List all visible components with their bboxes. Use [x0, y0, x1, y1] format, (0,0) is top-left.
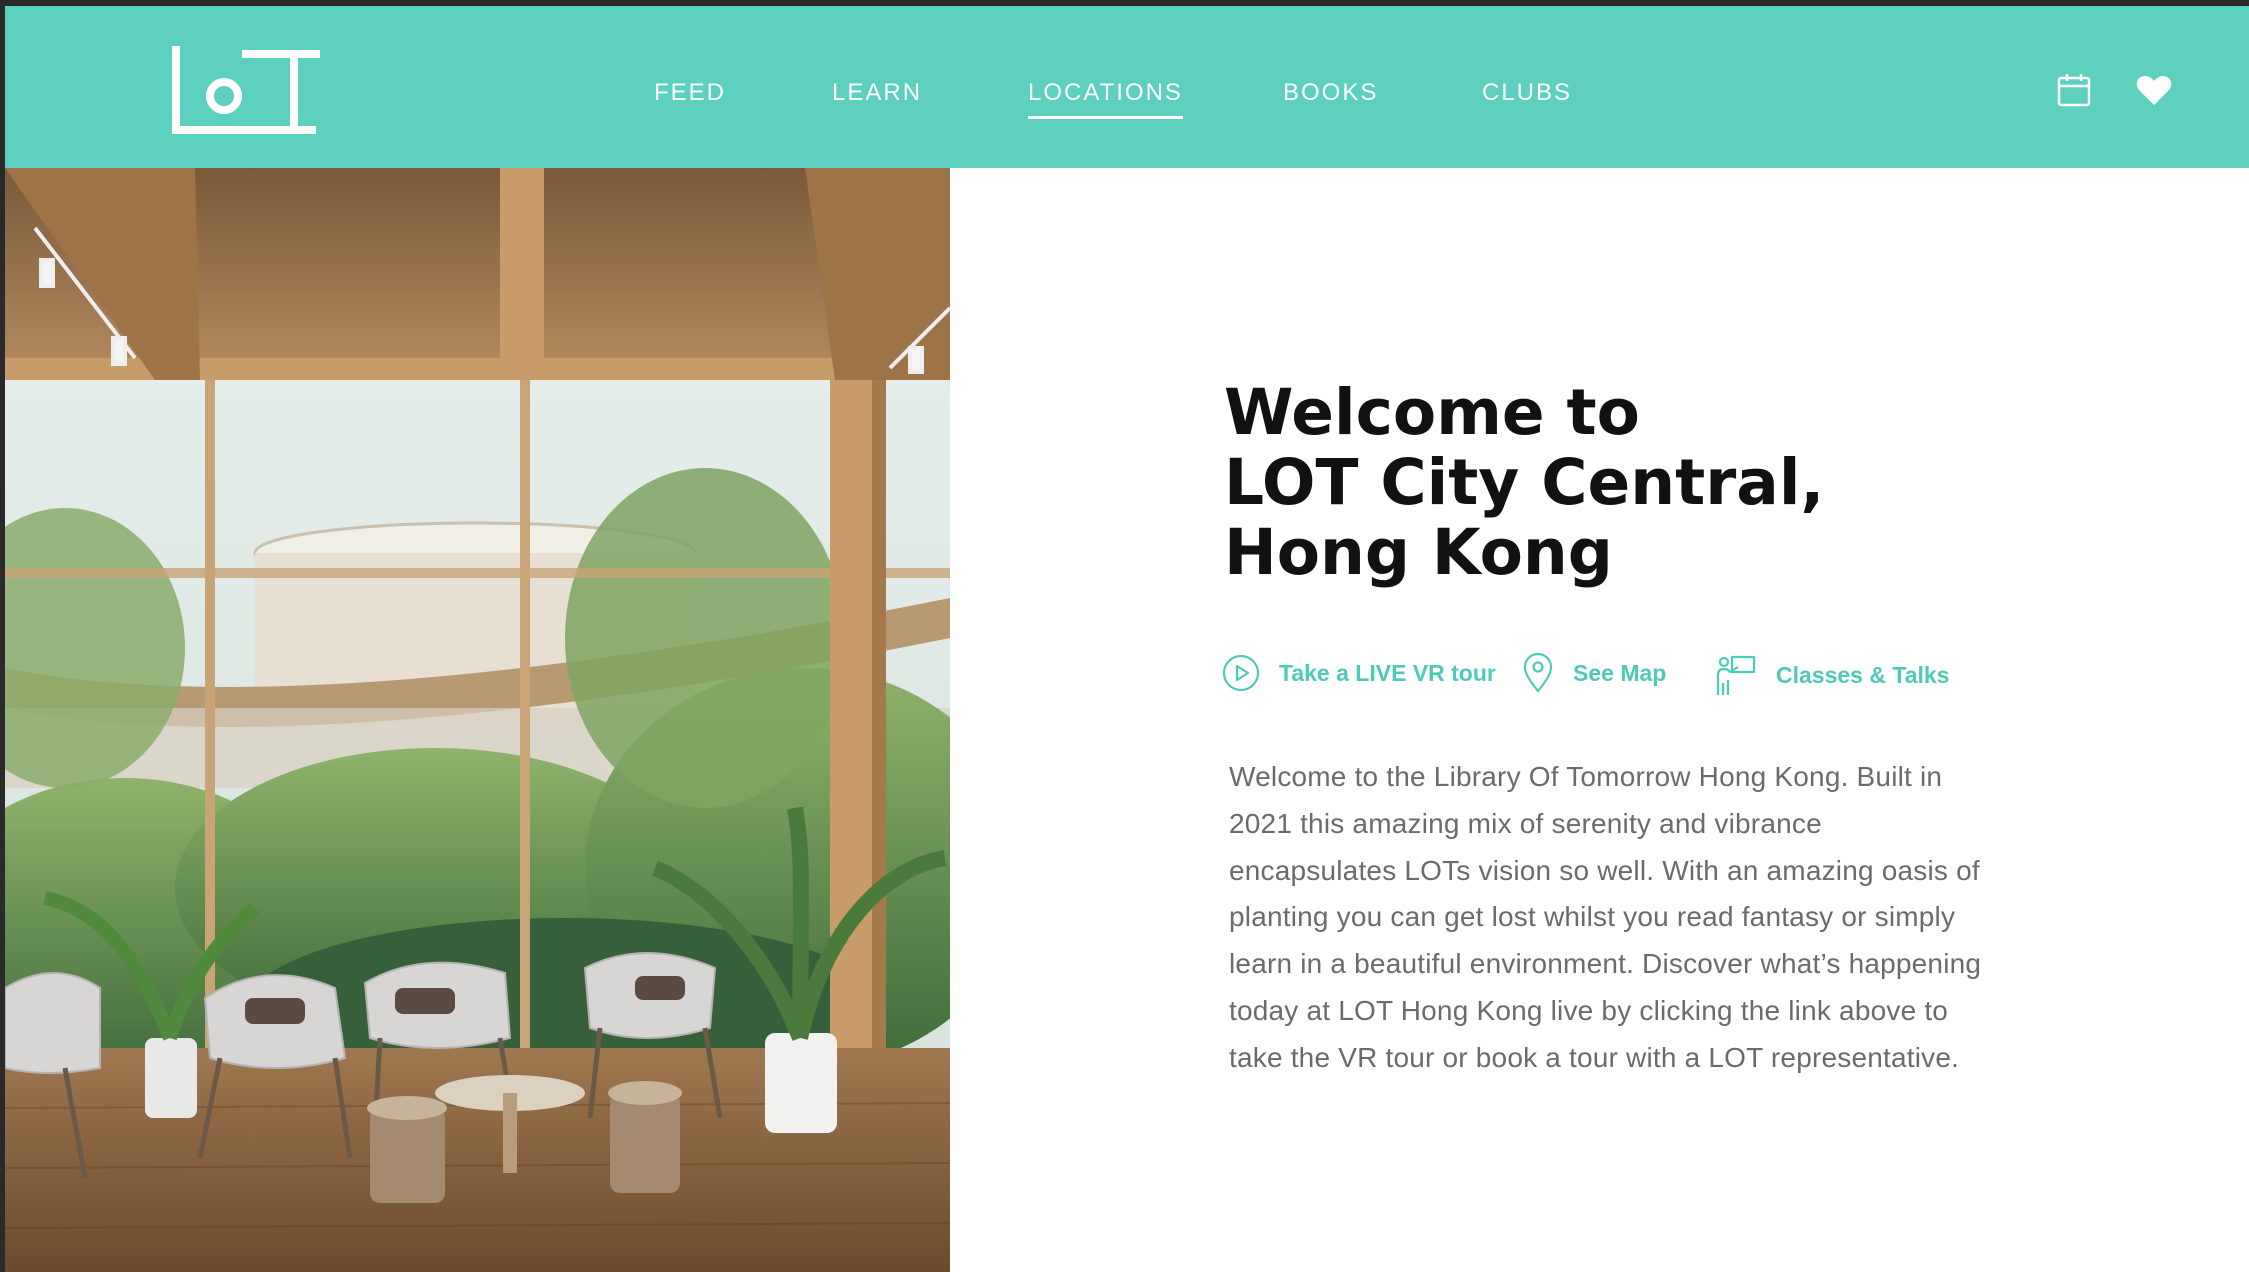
see-map-label: See Map — [1573, 659, 1667, 686]
classes-talks-label: Classes & Talks — [1776, 661, 1950, 688]
map-pin-icon — [1523, 653, 1553, 693]
page-title-line-3: Hong Kong — [1224, 516, 1613, 589]
vr-tour-link[interactable]: Take a LIVE VR tour — [1221, 653, 1496, 693]
library-interior-illustration — [5, 168, 950, 1272]
lot-logo-mark — [172, 46, 320, 134]
lot-logo[interactable] — [170, 44, 322, 138]
nav-item-feed[interactable]: FEED — [654, 76, 726, 116]
presenter-icon — [1716, 655, 1756, 695]
calendar-icon[interactable] — [2054, 70, 2094, 110]
vr-tour-label: Take a LIVE VR tour — [1279, 659, 1496, 686]
page-title: Welcome to LOT City Central, Hong Kong — [1224, 378, 1924, 588]
classes-talks-link[interactable]: Classes & Talks — [1714, 653, 1949, 697]
play-circle-icon — [1222, 654, 1260, 692]
nav-item-clubs[interactable]: CLUBS — [1482, 76, 1572, 116]
page-title-line-2: LOT City Central, — [1224, 446, 1825, 519]
top-navigation-bar: FEED LEARN LOCATIONS BOOKS CLUBS — [5, 6, 2249, 168]
nav-item-books[interactable]: BOOKS — [1283, 76, 1378, 116]
page-title-line-1: Welcome to — [1224, 376, 1640, 449]
page-frame: FEED LEARN LOCATIONS BOOKS CLUBS Welcome… — [5, 6, 2249, 1272]
hero-image — [5, 168, 950, 1272]
heart-icon[interactable] — [2134, 70, 2174, 110]
location-description: Welcome to the Library Of Tomorrow Hong … — [1229, 761, 1982, 1073]
nav-item-learn[interactable]: LEARN — [832, 76, 922, 116]
nav-item-locations[interactable]: LOCATIONS — [1028, 76, 1183, 119]
see-map-link[interactable]: See Map — [1521, 653, 1666, 693]
